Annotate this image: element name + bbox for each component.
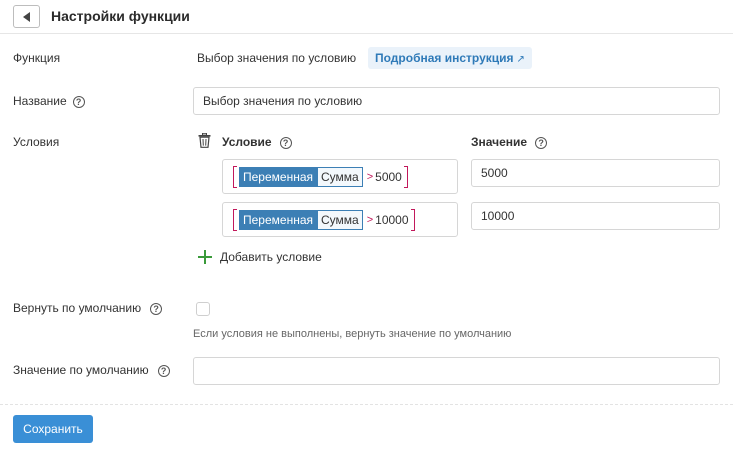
value-column-header: Значение?: [471, 135, 548, 149]
return-default-hint: Если условия не выполнены, вернуть значе…: [193, 328, 512, 340]
help-icon[interactable]: ?: [535, 137, 548, 149]
page-title: Настройки функции: [51, 8, 190, 24]
variable-tag: Переменная: [239, 167, 317, 187]
condition-expression-field[interactable]: Переменная Сумма > 10000: [222, 202, 458, 237]
condition-expression-field[interactable]: Переменная Сумма > 5000: [222, 159, 458, 194]
function-label: Функция: [13, 51, 61, 65]
return-default-label: Вернуть по умолчанию: [13, 301, 142, 315]
plus-icon: [198, 250, 212, 264]
guide-link-label: Подробная инструкция: [375, 51, 514, 65]
help-icon[interactable]: ?: [72, 96, 85, 108]
trash-icon[interactable]: [198, 133, 211, 148]
conditions-label: Условия: [13, 135, 60, 149]
back-arrow-icon: [23, 12, 30, 22]
default-value-label: Значение по умолчанию: [13, 363, 149, 377]
add-condition-button[interactable]: Добавить условие: [198, 250, 322, 264]
footer-divider: [0, 404, 733, 405]
external-link-icon: ↗: [516, 54, 525, 65]
function-value: Выбор значения по условию: [197, 51, 357, 65]
name-label-row: Название?: [13, 94, 85, 108]
help-icon[interactable]: ?: [150, 303, 163, 315]
variable-tag: Переменная: [239, 210, 317, 230]
default-value-label-row: Значение по умолчанию?: [13, 363, 170, 377]
operator: >: [366, 171, 374, 183]
name-label: Название: [13, 94, 67, 108]
close-bracket: [410, 209, 415, 231]
help-icon[interactable]: ?: [157, 365, 170, 377]
operator: >: [366, 214, 374, 226]
back-button[interactable]: [13, 5, 40, 28]
condition-expression: Переменная Сумма > 5000: [233, 166, 408, 188]
close-bracket: [403, 166, 408, 188]
condition-value-input[interactable]: 10000: [471, 202, 720, 230]
guide-link[interactable]: Подробная инструкция ↗: [368, 47, 532, 69]
open-bracket: [233, 166, 237, 188]
open-bracket: [233, 209, 237, 231]
default-value-input[interactable]: [193, 357, 720, 385]
condition-column-label: Условие: [222, 135, 272, 149]
condition-column-header: Условие?: [222, 135, 292, 149]
condition-value-input[interactable]: 5000: [471, 159, 720, 187]
operand: 10000: [375, 213, 409, 227]
name-input[interactable]: Выбор значения по условию: [193, 87, 720, 115]
value-column-label: Значение: [471, 135, 528, 149]
variable-name: Сумма: [317, 210, 363, 230]
condition-expression: Переменная Сумма > 10000: [233, 209, 415, 231]
return-default-label-row: Вернуть по умолчанию?: [13, 301, 163, 315]
help-icon[interactable]: ?: [279, 137, 292, 149]
return-default-checkbox[interactable]: [196, 302, 210, 316]
add-condition-label: Добавить условие: [220, 250, 322, 264]
save-button[interactable]: Сохранить: [13, 415, 93, 443]
variable-name: Сумма: [317, 167, 363, 187]
header-bar: Настройки функции: [0, 0, 733, 34]
operand: 5000: [375, 170, 402, 184]
